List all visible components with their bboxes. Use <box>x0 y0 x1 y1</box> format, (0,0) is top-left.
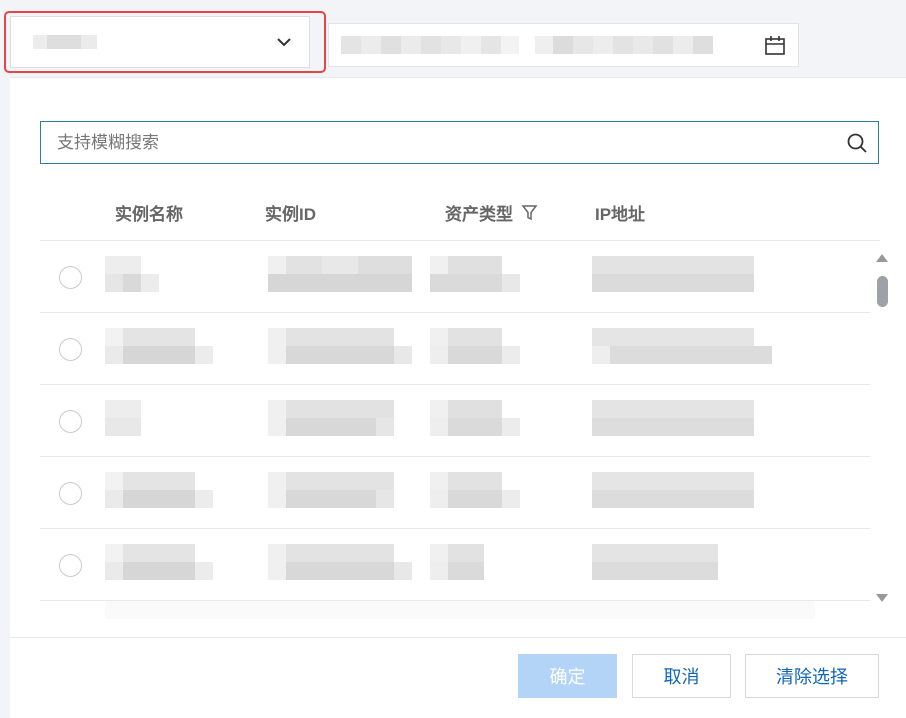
scroll-up-icon[interactable] <box>875 253 889 263</box>
table-body <box>40 241 870 619</box>
row-radio[interactable] <box>59 338 82 361</box>
date-start-redacted <box>341 36 519 54</box>
column-header-instance-id: 实例ID <box>265 200 316 225</box>
column-label: 实例ID <box>265 205 316 224</box>
search-input[interactable] <box>57 132 846 153</box>
select-value-redacted <box>33 35 275 49</box>
asset-type-redacted <box>430 544 484 580</box>
instance-name-redacted <box>105 256 159 292</box>
page: 实例名称 实例ID 资产类型 IP地址 <box>0 0 906 718</box>
ip-address-redacted <box>592 256 754 292</box>
row-partial <box>105 601 815 619</box>
table-row[interactable] <box>40 601 870 619</box>
row-radio[interactable] <box>59 554 82 577</box>
asset-type-redacted <box>430 256 520 292</box>
chevron-down-icon <box>277 38 291 47</box>
scrollbar-thumb[interactable] <box>877 276 888 307</box>
ip-address-redacted <box>592 328 772 364</box>
ip-address-redacted <box>592 472 754 508</box>
column-header-instance-name: 实例名称 <box>115 200 183 225</box>
column-label: IP地址 <box>595 205 646 224</box>
instance-id-redacted <box>268 544 412 580</box>
instance-select-panel: 实例名称 实例ID 资产类型 IP地址 <box>10 77 906 718</box>
ip-address-redacted <box>592 544 718 580</box>
search-box <box>40 121 879 164</box>
filter-select[interactable] <box>10 16 310 68</box>
column-header-ip-address: IP地址 <box>595 200 645 225</box>
table-row[interactable] <box>40 313 870 385</box>
table-header: 实例名称 实例ID 资产类型 IP地址 <box>40 186 880 241</box>
search-icon[interactable] <box>846 132 868 154</box>
asset-type-redacted <box>430 472 520 508</box>
row-radio[interactable] <box>59 482 82 505</box>
ip-address-redacted <box>592 400 754 436</box>
table-row[interactable] <box>40 241 870 313</box>
calendar-icon[interactable] <box>764 34 786 56</box>
instance-id-redacted <box>268 400 394 436</box>
asset-type-redacted <box>430 328 520 364</box>
instance-id-redacted <box>268 328 412 364</box>
table-row[interactable] <box>40 457 870 529</box>
panel-footer: 确定 取消 清除选择 <box>10 637 906 718</box>
column-label: 实例名称 <box>115 205 183 224</box>
date-end-redacted <box>535 36 713 54</box>
date-range-picker[interactable] <box>328 23 799 67</box>
table-row[interactable] <box>40 385 870 457</box>
row-radio[interactable] <box>59 266 82 289</box>
confirm-button[interactable]: 确定 <box>518 654 617 698</box>
clear-selection-button[interactable]: 清除选择 <box>745 654 879 698</box>
column-label: 资产类型 <box>445 205 513 224</box>
filter-icon[interactable] <box>521 204 538 221</box>
instance-id-redacted <box>268 256 412 292</box>
instance-name-redacted <box>105 400 141 436</box>
instance-id-redacted <box>268 472 394 508</box>
instance-name-redacted <box>105 328 213 364</box>
column-header-asset-type: 资产类型 <box>445 200 538 225</box>
asset-type-redacted <box>430 400 520 436</box>
instance-name-redacted <box>105 472 213 508</box>
instance-name-redacted <box>105 544 213 580</box>
row-radio[interactable] <box>59 410 82 433</box>
cancel-button[interactable]: 取消 <box>632 654 731 698</box>
scroll-down-icon[interactable] <box>875 593 889 603</box>
scrollbar[interactable] <box>874 253 890 608</box>
table-row[interactable] <box>40 529 870 601</box>
